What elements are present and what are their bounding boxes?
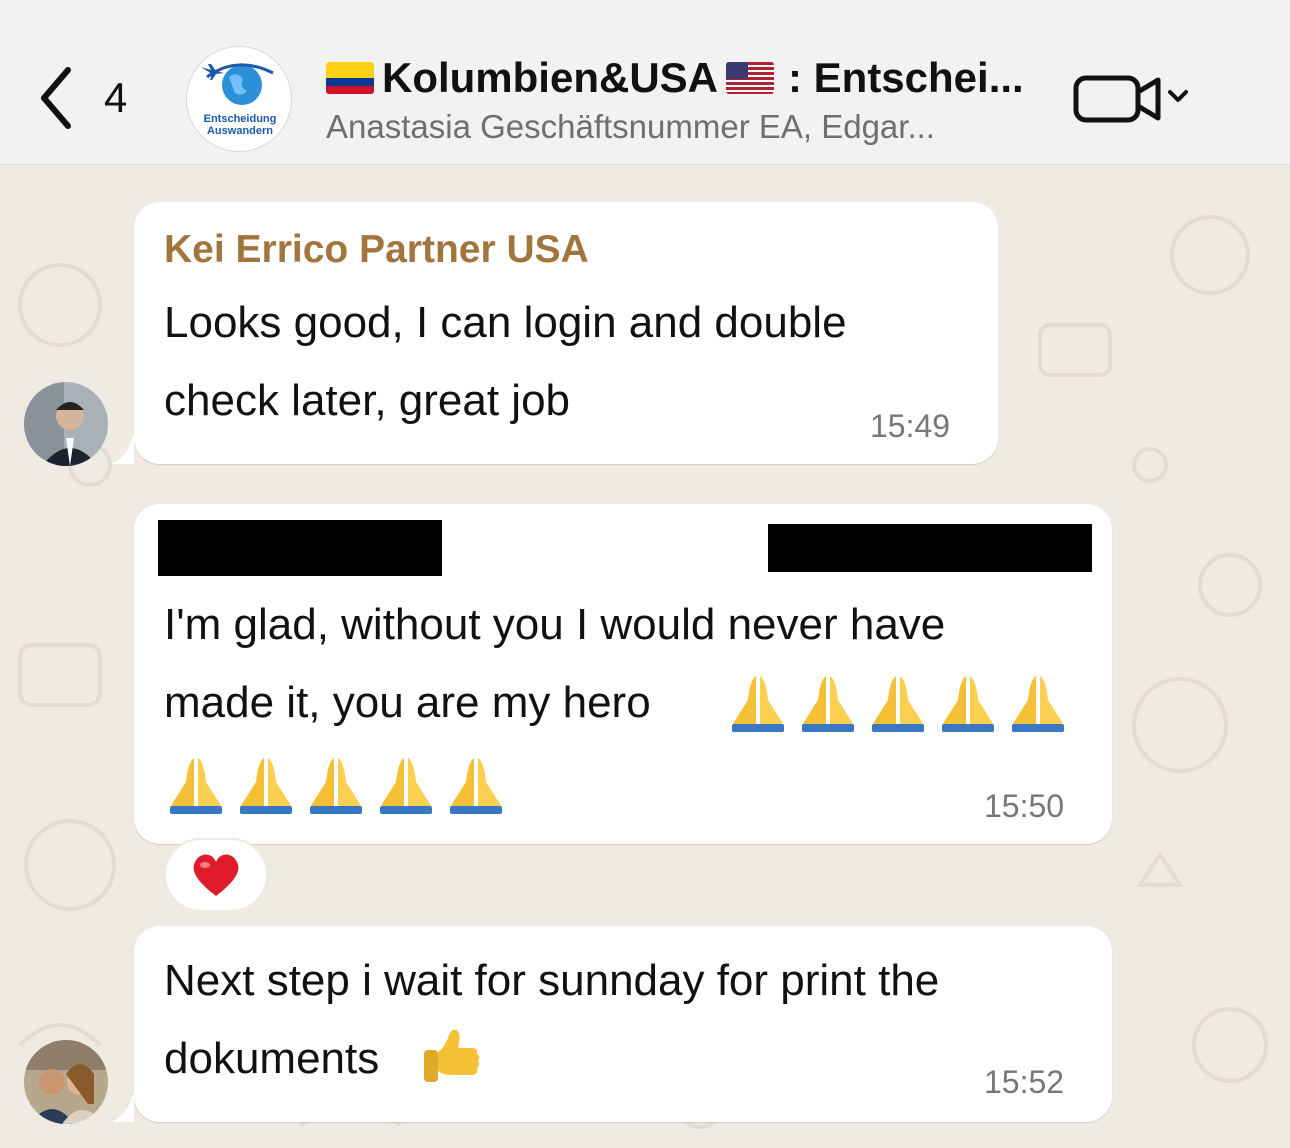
message-line-2: dokuments [164, 1034, 380, 1083]
folded-hands-emoji [1012, 676, 1064, 732]
bubble-tail [112, 434, 134, 464]
folded-hands-emoji [802, 676, 854, 732]
chevron-down-icon [1168, 90, 1188, 102]
usa-flag-icon [726, 62, 774, 94]
message-bubble[interactable]: I'm glad, without you I would never have… [134, 504, 1112, 844]
message-line-1: I'm glad, without you I would never have [164, 600, 946, 649]
message-line-2: check later, great job [164, 376, 571, 425]
logo-line-2: Auswandern [206, 125, 273, 137]
prayer-emoji-row-1 [726, 670, 1070, 734]
folded-hands-emoji [170, 758, 222, 814]
message-line-1: Looks good, I can login and double [164, 298, 847, 347]
message-line-2: made it, you are my hero [164, 678, 651, 727]
unread-count[interactable]: 4 [104, 74, 127, 122]
message-reaction[interactable] [164, 838, 268, 912]
folded-hands-emoji [380, 758, 432, 814]
folded-hands-emoji [732, 676, 784, 732]
chat-title-area[interactable]: Kolumbien&USA : Entschei... Anastasia Ge… [326, 52, 1046, 146]
message-line-1: Next step i wait for sunnday for print t… [164, 956, 940, 1005]
message-time: 15:52 [984, 1064, 1065, 1100]
sender-avatar-kei[interactable] [24, 382, 108, 466]
message-time: 15:49 [870, 408, 951, 444]
back-chevron-icon[interactable] [36, 66, 76, 130]
message-time: 15:50 [984, 788, 1065, 824]
chat-title-part1: Kolumbien&USA [382, 54, 718, 101]
globe-plane-logo-icon [201, 63, 274, 105]
chat-header: 4 Entscheidung Auswandern Kolumbien&USA [0, 0, 1290, 165]
logo-line-1: Entscheidung [203, 113, 277, 125]
redacted-sender-number [768, 524, 1092, 572]
sender-name[interactable]: Kei Errico Partner USA [164, 228, 589, 272]
message-text: Next step i wait for sunnday for print t… [164, 942, 1104, 1098]
chat-participants: Anastasia Geschäftsnummer EA, Edgar... [326, 108, 935, 145]
message-text: Looks good, I can login and double check… [164, 284, 984, 440]
colombia-flag-icon [326, 62, 374, 94]
folded-hands-emoji [872, 676, 924, 732]
folded-hands-emoji [310, 758, 362, 814]
chat-title-part2: : Entschei... [788, 54, 1024, 101]
group-avatar[interactable]: Entscheidung Auswandern [186, 46, 292, 152]
red-heart-icon [193, 854, 239, 896]
sender-avatar-couple[interactable] [24, 1040, 108, 1124]
thumbs-up-emoji [424, 1029, 480, 1082]
bubble-tail [112, 1092, 134, 1122]
prayer-emoji-row-2 [164, 752, 508, 816]
message-bubble[interactable]: Kei Errico Partner USA Looks good, I can… [112, 202, 998, 464]
video-call-icon[interactable] [1072, 70, 1198, 128]
message-bubble[interactable]: Next step i wait for sunnday for print t… [112, 926, 1112, 1122]
folded-hands-emoji [450, 758, 502, 814]
folded-hands-emoji [240, 758, 292, 814]
redacted-sender-name [158, 520, 442, 576]
folded-hands-emoji [942, 676, 994, 732]
